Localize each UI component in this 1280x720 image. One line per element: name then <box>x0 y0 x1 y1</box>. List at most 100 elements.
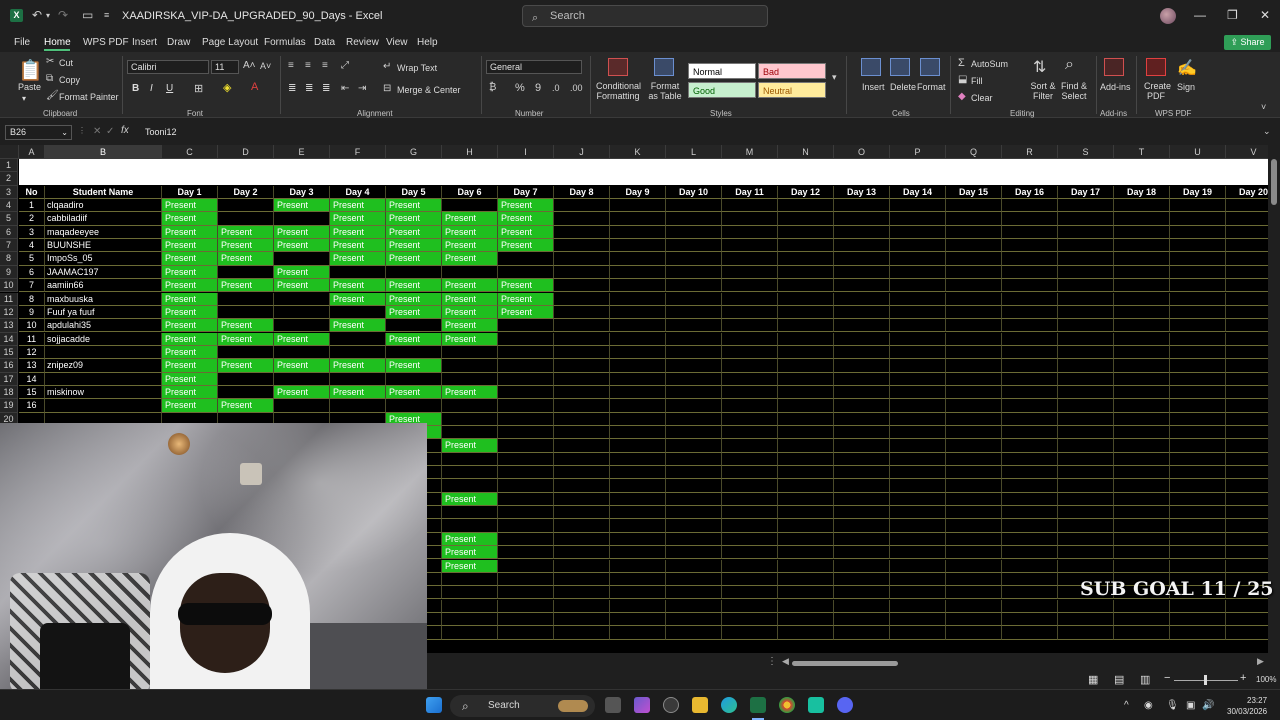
font-size-select[interactable]: 11 <box>211 60 239 74</box>
attendance-cell[interactable] <box>1170 479 1226 493</box>
attendance-cell[interactable] <box>610 372 666 386</box>
row-header-7[interactable]: 7 <box>0 239 18 253</box>
attendance-cell[interactable] <box>1002 599 1058 613</box>
attendance-cell[interactable] <box>610 332 666 346</box>
attendance-cell[interactable] <box>1058 319 1114 333</box>
attendance-cell[interactable] <box>722 292 778 306</box>
header-cell[interactable]: Day 12 <box>778 185 834 199</box>
attendance-cell[interactable] <box>1170 506 1226 520</box>
attendance-cell[interactable] <box>1002 279 1058 293</box>
attendance-cell[interactable] <box>610 265 666 280</box>
name-box-dropdown-icon[interactable]: ⌄ <box>61 126 68 139</box>
attendance-cell[interactable] <box>778 239 834 253</box>
attendance-cell[interactable] <box>1226 346 1268 360</box>
attendance-cell[interactable] <box>498 319 554 333</box>
attendance-cell[interactable]: Present <box>442 279 498 293</box>
attendance-cell[interactable] <box>554 239 610 253</box>
attendance-cell[interactable] <box>442 452 498 466</box>
attendance-cell[interactable] <box>666 466 722 480</box>
attendance-cell[interactable] <box>946 559 1002 573</box>
attendance-cell[interactable] <box>1226 373 1268 386</box>
formula-input[interactable]: Tooni12 <box>145 127 177 137</box>
attendance-cell[interactable] <box>722 506 778 520</box>
attendance-cell[interactable] <box>722 225 778 240</box>
sort-filter-button[interactable]: Sort & Filter <box>1028 81 1058 101</box>
attendance-cell[interactable]: Present <box>218 239 274 253</box>
attendance-cell[interactable] <box>666 532 722 547</box>
attendance-cell[interactable] <box>834 359 890 373</box>
attendance-cell[interactable] <box>610 345 666 360</box>
attendance-cell[interactable]: Present <box>162 372 218 386</box>
attendance-cell[interactable] <box>666 586 722 600</box>
attendance-cell[interactable] <box>1114 506 1170 520</box>
style-normal[interactable]: Normal <box>688 63 756 79</box>
insert-cells-icon[interactable] <box>861 58 881 76</box>
attendance-cell[interactable] <box>1170 532 1226 547</box>
format-painter-icon[interactable]: 🖌 <box>46 90 59 101</box>
attendance-cell[interactable] <box>498 265 554 280</box>
search-input[interactable]: ⌕ Search <box>522 5 768 27</box>
attendance-cell[interactable] <box>330 399 386 413</box>
attendance-cell[interactable] <box>386 399 442 413</box>
attendance-cell[interactable] <box>722 586 778 600</box>
attendance-cell[interactable] <box>554 385 610 400</box>
undo-icon[interactable]: ↶ <box>32 8 42 22</box>
windows-start-icon[interactable] <box>426 697 442 713</box>
attendance-cell[interactable] <box>1170 559 1226 573</box>
attendance-cell[interactable] <box>1002 345 1058 360</box>
attendance-cell[interactable] <box>1058 359 1114 373</box>
attendance-cell[interactable] <box>778 265 834 280</box>
attendance-cell[interactable] <box>890 225 946 240</box>
share-button[interactable]: ⇪ Share <box>1224 35 1271 50</box>
paste-button[interactable]: Paste <box>18 82 41 92</box>
attendance-cell[interactable] <box>666 332 722 346</box>
format-as-table-button[interactable]: Format as Table <box>645 81 685 101</box>
attendance-cell[interactable] <box>1170 452 1226 466</box>
menu-formulas[interactable]: Formulas <box>264 37 306 48</box>
attendance-cell[interactable] <box>498 599 554 613</box>
sort-filter-icon[interactable]: ⇅ <box>1033 57 1046 77</box>
attendance-cell[interactable] <box>890 439 946 453</box>
attendance-cell[interactable] <box>1170 239 1226 253</box>
attendance-cell[interactable]: Present <box>274 332 330 346</box>
attendance-cell[interactable] <box>498 345 554 360</box>
attendance-cell[interactable] <box>722 385 778 400</box>
attendance-cell[interactable]: Present <box>442 385 498 400</box>
attendance-cell[interactable] <box>442 199 498 213</box>
font-name-select[interactable]: Calibri <box>127 60 209 74</box>
student-number-cell[interactable]: 11 <box>19 332 45 346</box>
student-name-cell[interactable]: apdulahi35 <box>45 319 162 333</box>
title-row-merged[interactable] <box>19 159 1268 185</box>
scroll-right-icon[interactable]: ▶ <box>1257 656 1264 667</box>
attendance-cell[interactable] <box>386 265 442 280</box>
attendance-cell[interactable] <box>666 599 722 613</box>
row-header-3[interactable]: 3 <box>0 185 18 200</box>
student-name-cell[interactable]: ImpoSs_05 <box>45 252 162 266</box>
attendance-cell[interactable] <box>1058 385 1114 400</box>
attendance-cell[interactable] <box>1226 533 1268 547</box>
attendance-cell[interactable] <box>218 212 274 226</box>
attendance-cell[interactable]: Present <box>498 239 554 253</box>
attendance-cell[interactable] <box>946 626 1002 640</box>
cut-button[interactable]: Cut <box>59 58 73 68</box>
attendance-cell[interactable] <box>722 319 778 333</box>
vertical-scrollbar[interactable] <box>1268 145 1280 653</box>
attendance-cell[interactable] <box>1002 199 1058 213</box>
attendance-cell[interactable] <box>1058 265 1114 280</box>
attendance-cell[interactable] <box>610 532 666 547</box>
attendance-cell[interactable]: Present <box>218 279 274 293</box>
attendance-cell[interactable] <box>666 385 722 400</box>
attendance-cell[interactable] <box>778 599 834 613</box>
attendance-cell[interactable] <box>554 279 610 293</box>
attendance-cell[interactable] <box>1226 226 1268 240</box>
attendance-cell[interactable]: Present <box>442 546 498 560</box>
attendance-cell[interactable]: Present <box>162 239 218 253</box>
attendance-cell[interactable] <box>1114 265 1170 280</box>
attendance-cell[interactable] <box>1170 519 1226 533</box>
attendance-cell[interactable] <box>666 305 722 320</box>
attendance-cell[interactable] <box>1170 279 1226 293</box>
sign-button[interactable]: Sign <box>1177 82 1195 92</box>
attendance-cell[interactable]: Present <box>442 492 498 507</box>
attendance-cell[interactable] <box>218 305 274 320</box>
attendance-cell[interactable] <box>218 385 274 400</box>
